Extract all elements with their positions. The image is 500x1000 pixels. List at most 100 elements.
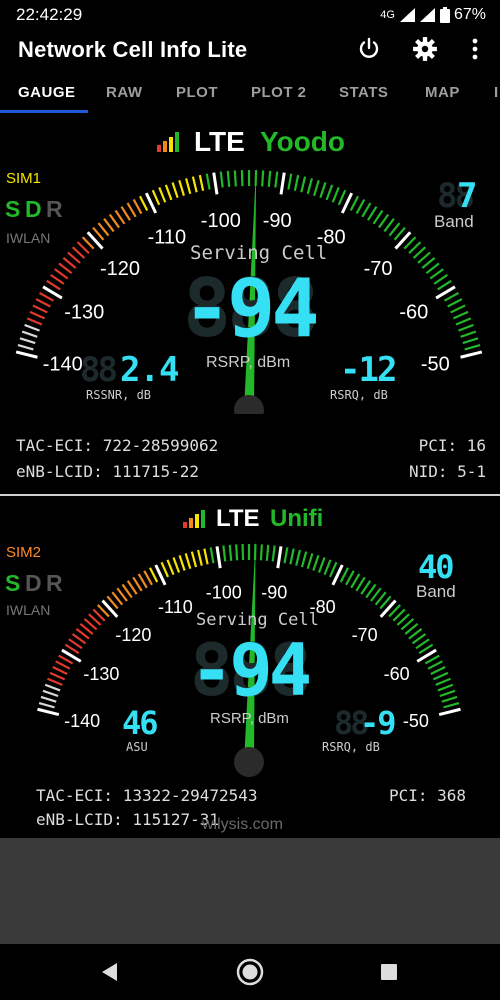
minor-tick xyxy=(317,557,326,573)
more-vert-icon[interactable] xyxy=(460,34,490,64)
tech-label: LTE xyxy=(194,126,245,157)
iwlan-label: IWLAN xyxy=(6,602,51,618)
unit-label: RSRP, dBm xyxy=(206,354,291,371)
sim-label: SIM2 xyxy=(6,544,42,561)
rsrq-label: RSRQ, dB xyxy=(322,740,380,754)
asu-label: ASU xyxy=(126,740,148,754)
tab-stats[interactable]: STATS xyxy=(339,84,388,101)
major-tick xyxy=(215,546,222,569)
tab-overflow[interactable]: I xyxy=(494,84,499,101)
home-circle-icon[interactable] xyxy=(236,958,264,986)
minor-tick xyxy=(164,184,173,201)
minor-tick xyxy=(433,273,448,285)
scale-label: -90 xyxy=(261,582,287,602)
minor-tick xyxy=(19,337,36,345)
major-tick xyxy=(101,599,119,618)
minor-tick xyxy=(408,241,422,255)
minor-tick xyxy=(421,257,436,269)
serving-cell-label: Serving Cell xyxy=(190,242,328,264)
minor-tick xyxy=(300,176,307,193)
network-type: 4G xyxy=(380,9,395,21)
minor-tick xyxy=(300,551,308,568)
minor-tick xyxy=(265,544,270,561)
scale-label: -50 xyxy=(421,354,450,376)
minor-tick xyxy=(259,544,263,561)
serving-cell-label: Serving Cell xyxy=(196,610,319,630)
sdr-s: S xyxy=(5,196,21,222)
scale-label: -60 xyxy=(384,664,410,684)
minor-tick xyxy=(46,279,61,291)
minor-tick xyxy=(205,173,211,190)
minor-tick xyxy=(172,557,181,573)
minor-tick xyxy=(40,695,57,703)
pci: PCI: 16 xyxy=(418,436,486,455)
back-triangle-icon[interactable] xyxy=(101,963,119,981)
major-tick xyxy=(212,172,219,195)
minor-tick xyxy=(222,545,227,562)
minor-tick xyxy=(203,548,209,565)
status-bar: 22:42:29 4G 67% xyxy=(0,0,500,30)
minor-tick xyxy=(24,323,40,332)
needle-hub xyxy=(234,395,264,414)
minor-tick xyxy=(329,561,338,578)
scale-label: -120 xyxy=(115,625,151,645)
minor-tick xyxy=(306,178,313,195)
minor-tick xyxy=(417,251,431,264)
power-icon[interactable] xyxy=(354,34,384,64)
minor-tick xyxy=(185,178,192,195)
tac-eci: TAC-ECI: 13322-29472543 xyxy=(36,786,258,805)
minor-tick xyxy=(367,206,378,221)
minor-tick xyxy=(323,559,332,576)
left-ghost: 88 xyxy=(80,350,118,390)
minor-tick xyxy=(47,677,63,686)
scale-label: -110 xyxy=(158,597,193,617)
tab-gauge[interactable]: GAUGE xyxy=(18,84,76,101)
sdr-r: R xyxy=(46,570,63,596)
band-value: 40 xyxy=(418,548,455,586)
recents-square-icon[interactable] xyxy=(381,964,397,980)
minor-tick xyxy=(190,551,198,568)
minor-tick xyxy=(178,555,186,571)
scale-label: -140 xyxy=(43,354,83,376)
minor-tick xyxy=(38,291,55,302)
minor-tick xyxy=(160,561,169,578)
watermark: wilysis.com xyxy=(202,816,283,833)
wifi-signal-icon xyxy=(419,8,435,22)
major-tick xyxy=(460,350,483,359)
sdr-s: S xyxy=(5,570,21,596)
minor-tick xyxy=(62,257,77,269)
minor-tick xyxy=(54,268,69,280)
signal-icon xyxy=(399,8,415,22)
minor-tick xyxy=(437,683,454,692)
minor-tick xyxy=(383,218,395,233)
scale-label: -120 xyxy=(100,258,140,280)
tab-plot[interactable]: PLOT xyxy=(176,84,218,101)
scale-label: -140 xyxy=(64,711,100,731)
minor-tick xyxy=(108,213,120,229)
tab-raw[interactable]: RAW xyxy=(106,84,143,101)
minor-tick xyxy=(325,184,334,201)
minor-tick xyxy=(97,222,110,237)
gear-icon[interactable] xyxy=(410,34,440,64)
band-label: Band xyxy=(416,582,456,601)
minor-tick xyxy=(148,567,159,583)
sdr-r: R xyxy=(46,196,63,222)
battery-percent: 67% xyxy=(453,6,486,23)
minor-tick xyxy=(55,660,71,670)
tab-plot-2[interactable]: PLOT 2 xyxy=(251,84,307,101)
minor-tick xyxy=(437,279,452,291)
minor-tick xyxy=(293,174,300,191)
major-tick xyxy=(279,172,286,195)
minor-tick xyxy=(71,246,86,259)
minor-tick xyxy=(447,298,463,308)
major-tick xyxy=(15,350,38,359)
rsrq-value: -9 xyxy=(360,704,397,742)
signal-bars-icon xyxy=(157,132,179,152)
scale-label: -50 xyxy=(403,711,429,731)
minor-tick xyxy=(151,189,161,206)
sdr-d: D xyxy=(25,196,42,222)
major-tick xyxy=(438,707,461,717)
tab-map[interactable]: MAP xyxy=(425,84,460,101)
scale-label: -60 xyxy=(399,302,428,324)
pci: PCI: 368 xyxy=(388,786,466,805)
